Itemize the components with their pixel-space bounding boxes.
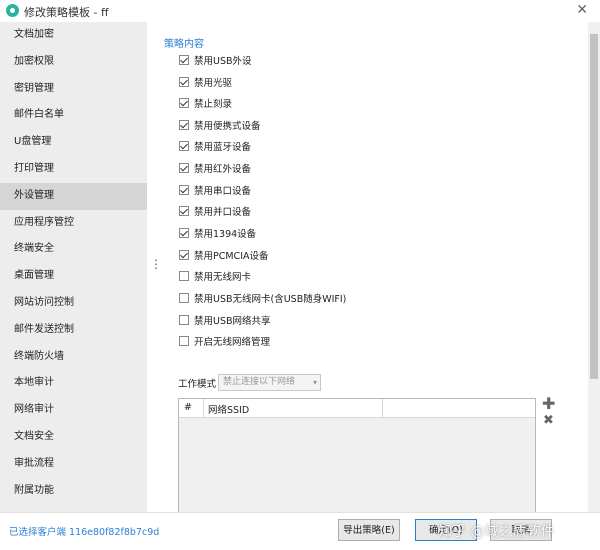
sidebar-item-mail-whitelist[interactable]: 邮件白名单 xyxy=(0,102,147,129)
option-label: 禁用无线网卡 xyxy=(194,272,252,283)
option-label: 禁止刻录 xyxy=(194,99,233,110)
checkbox[interactable] xyxy=(179,163,189,173)
sidebar-item-website-access-control[interactable]: 网站访问控制 xyxy=(0,290,147,317)
option-disable-parallel-port[interactable]: 禁用并口设备 xyxy=(179,204,251,218)
vertical-scrollbar[interactable] xyxy=(588,22,600,512)
option-label: 禁用串口设备 xyxy=(194,186,252,197)
option-disable-serial-port[interactable]: 禁用串口设备 xyxy=(179,183,251,197)
option-disable-infrared[interactable]: 禁用红外设备 xyxy=(179,161,251,175)
option-label: 禁用光驱 xyxy=(194,78,233,89)
app-logo-icon xyxy=(6,4,19,17)
option-label: 禁用便携式设备 xyxy=(194,121,261,132)
option-label: 禁用1394设备 xyxy=(194,229,257,240)
policy-content-panel: 策略内容 禁用USB外设 禁用光驱 禁止刻录 禁用便携式设备 禁用蓝牙设备 禁用… xyxy=(162,22,582,528)
selected-client-info: 已选择客户端 116e80f82f8b7c9d xyxy=(9,527,160,538)
checkbox[interactable] xyxy=(179,77,189,87)
option-enable-wireless-management[interactable]: 开启无线网络管理 xyxy=(179,334,270,348)
sidebar-item-key-management[interactable]: 密钥管理 xyxy=(0,76,147,103)
column-divider xyxy=(382,399,383,417)
option-disable-bluetooth[interactable]: 禁用蓝牙设备 xyxy=(179,139,251,153)
option-disable-usb-peripheral[interactable]: 禁用USB外设 xyxy=(179,53,252,67)
export-policy-button[interactable]: 导出策略(E) xyxy=(338,519,400,541)
plus-icon[interactable]: ✚ xyxy=(542,396,555,412)
section-title: 策略内容 xyxy=(164,39,204,50)
option-label: 禁用红外设备 xyxy=(194,164,252,175)
sidebar-item-network-audit[interactable]: 网络审计 xyxy=(0,397,147,424)
work-mode-select[interactable]: 禁止连接以下网络 ▾ xyxy=(218,374,321,391)
sidebar-item-print-management[interactable]: 打印管理 xyxy=(0,156,147,183)
option-label: 禁用蓝牙设备 xyxy=(194,142,252,153)
option-disable-1394[interactable]: 禁用1394设备 xyxy=(179,226,256,240)
checkbox[interactable] xyxy=(179,315,189,325)
checkbox[interactable] xyxy=(179,185,189,195)
ok-button[interactable]: 确定(O) xyxy=(415,519,477,541)
option-label: 禁用USB外设 xyxy=(194,56,252,67)
chevron-down-icon: ▾ xyxy=(312,378,317,387)
checkbox[interactable] xyxy=(179,336,189,346)
option-label: 禁用并口设备 xyxy=(194,207,252,218)
checkbox[interactable] xyxy=(179,293,189,303)
footer: 已选择客户端 116e80f82f8b7c9d 导出策略(E) 确定(O) 取消… xyxy=(0,512,600,550)
option-label: 禁用USB无线网卡(含USB随身WIFI) xyxy=(194,294,347,305)
column-header-number: # xyxy=(184,402,192,413)
option-disable-burning[interactable]: 禁止刻录 xyxy=(179,96,232,110)
column-header-ssid: 网络SSID xyxy=(208,405,250,416)
checkbox[interactable] xyxy=(179,120,189,130)
sidebar: 文档加密 加密权限 密钥管理 邮件白名单 U盘管理 打印管理 外设管理 应用程序… xyxy=(0,22,147,512)
column-divider xyxy=(203,399,204,417)
sidebar-item-document-encryption[interactable]: 文档加密 xyxy=(0,22,147,49)
sidebar-item-usb-disk-management[interactable]: U盘管理 xyxy=(0,129,147,156)
window-title: 修改策略模板 - ff xyxy=(24,6,109,19)
option-disable-wireless-nic[interactable]: 禁用无线网卡 xyxy=(179,269,251,283)
sidebar-item-mail-send-control[interactable]: 邮件发送控制 xyxy=(0,317,147,344)
sidebar-item-approval-process[interactable]: 审批流程 xyxy=(0,451,147,478)
option-disable-optical-drive[interactable]: 禁用光驱 xyxy=(179,75,232,89)
sidebar-item-local-audit[interactable]: 本地审计 xyxy=(0,370,147,397)
option-disable-pcmcia[interactable]: 禁用PCMCIA设备 xyxy=(179,248,269,262)
checkbox[interactable] xyxy=(179,206,189,216)
work-mode-label: 工作模式 xyxy=(178,379,217,390)
table-header: # 网络SSID xyxy=(179,399,535,418)
option-disable-usb-network-sharing[interactable]: 禁用USB网络共享 xyxy=(179,313,271,327)
option-label: 禁用PCMCIA设备 xyxy=(194,251,269,262)
sidebar-item-document-security[interactable]: 文档安全 xyxy=(0,424,147,451)
sidebar-item-application-control[interactable]: 应用程序管控 xyxy=(0,210,147,237)
option-label: 开启无线网络管理 xyxy=(194,337,271,348)
option-disable-portable-devices[interactable]: 禁用便携式设备 xyxy=(179,118,261,132)
sidebar-item-endpoint-firewall[interactable]: 终端防火墙 xyxy=(0,344,147,371)
checkbox[interactable] xyxy=(179,228,189,238)
delete-icon[interactable]: ✖ xyxy=(543,413,554,428)
ssid-table[interactable]: # 网络SSID xyxy=(178,398,536,528)
checkbox[interactable] xyxy=(179,271,189,281)
sidebar-item-auxiliary-functions[interactable]: 附属功能 xyxy=(0,478,147,505)
work-mode-value: 禁止连接以下网络 xyxy=(223,377,296,387)
checkbox[interactable] xyxy=(179,98,189,108)
checkbox[interactable] xyxy=(179,55,189,65)
title-bar: 修改策略模板 - ff ✕ xyxy=(0,0,600,22)
sidebar-item-desktop-management[interactable]: 桌面管理 xyxy=(0,263,147,290)
checkbox[interactable] xyxy=(179,250,189,260)
sidebar-item-encryption-permission[interactable]: 加密权限 xyxy=(0,49,147,76)
splitter-handle[interactable]: ⋮ xyxy=(150,257,162,271)
cancel-button[interactable]: 取消 xyxy=(490,519,552,541)
sidebar-item-endpoint-security[interactable]: 终端安全 xyxy=(0,236,147,263)
scrollbar-thumb[interactable] xyxy=(590,34,598,379)
sidebar-item-peripheral-management[interactable]: 外设管理 xyxy=(0,182,147,210)
checkbox[interactable] xyxy=(179,141,189,151)
option-disable-usb-wireless-nic[interactable]: 禁用USB无线网卡(含USB随身WIFI) xyxy=(179,291,346,305)
option-label: 禁用USB网络共享 xyxy=(194,316,271,327)
close-icon[interactable]: ✕ xyxy=(576,2,588,18)
